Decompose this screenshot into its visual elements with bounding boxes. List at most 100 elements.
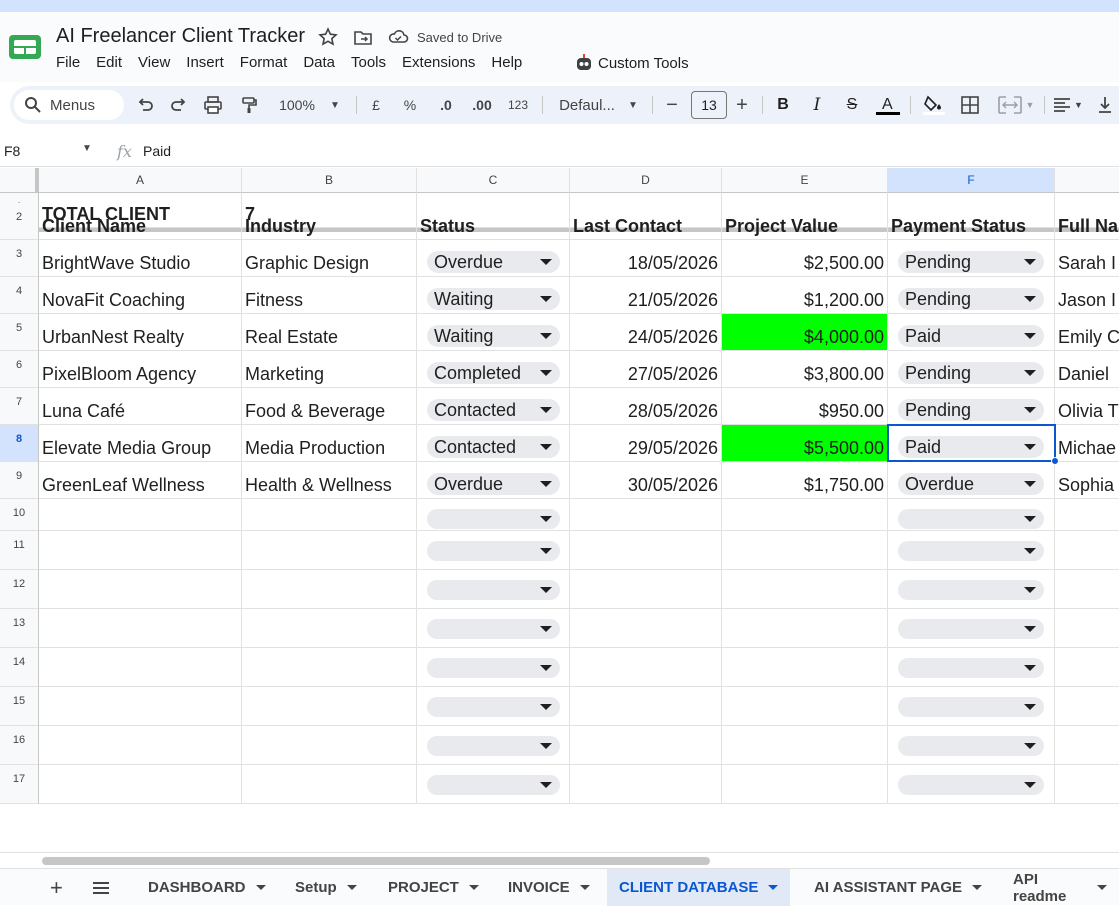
status-dropdown-chip[interactable] [427, 619, 560, 639]
all-sheets-menu-icon[interactable] [80, 869, 122, 906]
header-cell[interactable]: Project Value [722, 203, 888, 240]
payment-status-dropdown-chip[interactable]: Paid [898, 325, 1044, 347]
increase-decimal-button[interactable]: .00 [468, 86, 496, 124]
menu-insert[interactable]: Insert [186, 54, 224, 76]
grid-cell[interactable] [242, 570, 417, 609]
sheet-tab[interactable]: AI ASSISTANT PAGE [802, 869, 994, 906]
payment-status-dropdown-chip[interactable] [898, 697, 1044, 717]
table-cell[interactable]: $1,200.00 [722, 277, 888, 314]
grid-cell[interactable] [722, 570, 888, 609]
print-icon[interactable] [200, 86, 226, 124]
grid-cell[interactable] [1055, 726, 1119, 765]
grid-cell[interactable] [242, 499, 417, 531]
chevron-down-icon[interactable] [255, 885, 266, 890]
add-sheet-icon[interactable]: + [38, 869, 75, 906]
grid-cell[interactable] [1055, 648, 1119, 687]
table-cell[interactable]: Graphic Design [242, 240, 417, 277]
select-all-corner[interactable] [0, 168, 39, 193]
grid-cell[interactable] [242, 687, 417, 726]
scrollbar-thumb[interactable] [42, 857, 710, 865]
zoom-chevron-down-icon[interactable]: ▼ [328, 86, 342, 124]
sheet-tab[interactable]: PROJECT [376, 869, 491, 906]
row-header[interactable]: 15 [0, 687, 39, 726]
chevron-down-icon[interactable] [579, 885, 590, 890]
merge-cells-icon[interactable]: ▼ [994, 86, 1038, 124]
table-cell[interactable]: Michae [1055, 425, 1119, 462]
status-dropdown-chip[interactable]: Waiting [427, 288, 560, 310]
grid-cell[interactable] [570, 726, 722, 765]
grid-cell[interactable] [570, 648, 722, 687]
star-icon[interactable] [317, 26, 339, 48]
table-cell[interactable]: Fitness [242, 277, 417, 314]
row-header[interactable]: 13 [0, 609, 39, 648]
table-cell[interactable]: Sarah I [1055, 240, 1119, 277]
formula-input[interactable]: Paid [143, 143, 171, 159]
grid-cell[interactable] [1055, 499, 1119, 531]
table-cell[interactable]: GreenLeaf Wellness [39, 462, 242, 499]
table-cell[interactable]: $1,750.00 [722, 462, 888, 499]
table-cell[interactable]: Marketing [242, 351, 417, 388]
table-cell[interactable]: 30/05/2026 [570, 462, 722, 499]
status-dropdown-chip[interactable]: Contacted [427, 436, 560, 458]
fill-handle[interactable] [1051, 457, 1059, 465]
menu-help[interactable]: Help [491, 54, 522, 76]
strikethrough-icon[interactable]: S [840, 86, 864, 124]
status-dropdown-chip[interactable] [427, 697, 560, 717]
cloud-saved-icon[interactable] [387, 26, 409, 48]
undo-icon[interactable] [132, 86, 158, 124]
status-dropdown-chip[interactable] [427, 736, 560, 756]
font-family-select[interactable]: Defaul... [554, 86, 620, 124]
horizontal-align-icon[interactable]: ▼ [1050, 86, 1086, 124]
payment-status-dropdown-chip[interactable]: Pending [898, 288, 1044, 310]
grid-cell[interactable] [39, 609, 242, 648]
column-header-d[interactable]: D [570, 168, 722, 193]
payment-status-dropdown-chip[interactable]: Pending [898, 399, 1044, 421]
table-cell[interactable]: Health & Wellness [242, 462, 417, 499]
grid-cell[interactable] [570, 499, 722, 531]
status-dropdown-chip[interactable] [427, 541, 560, 561]
grid-cell[interactable] [722, 726, 888, 765]
zoom-select[interactable]: 100% [274, 86, 320, 124]
table-cell[interactable]: Sophia [1055, 462, 1119, 499]
font-size-input[interactable]: 13 [691, 91, 727, 119]
column-header-f[interactable]: F [888, 168, 1055, 193]
custom-tools-menu[interactable]: Custom Tools [574, 53, 689, 73]
italic-icon[interactable]: I [806, 86, 828, 124]
table-cell[interactable]: Elevate Media Group [39, 425, 242, 462]
grid-cell[interactable] [722, 531, 888, 570]
chevron-down-icon[interactable] [768, 885, 779, 890]
header-cell[interactable]: Status [417, 203, 570, 240]
table-cell[interactable]: PixelBloom Agency [39, 351, 242, 388]
table-cell[interactable]: Daniel [1055, 351, 1119, 388]
table-cell[interactable]: $3,800.00 [722, 351, 888, 388]
name-box[interactable]: F8 [4, 143, 20, 159]
table-cell[interactable]: BrightWave Studio [39, 240, 242, 277]
borders-icon[interactable] [958, 86, 982, 124]
chevron-down-icon[interactable] [1097, 885, 1107, 890]
payment-status-dropdown-chip[interactable] [898, 775, 1044, 795]
name-box-chevron-down-icon[interactable]: ▼ [82, 143, 92, 154]
grid-cell[interactable] [1055, 609, 1119, 648]
header-cell[interactable]: Full Na [1055, 203, 1119, 240]
grid-cell[interactable] [242, 609, 417, 648]
column-header-c[interactable]: C [417, 168, 570, 193]
status-dropdown-chip[interactable] [427, 509, 560, 529]
status-dropdown-chip[interactable]: Overdue [427, 251, 560, 273]
row-header[interactable]: 3 [0, 240, 39, 277]
grid-cell[interactable] [39, 726, 242, 765]
column-header-b[interactable]: B [242, 168, 417, 193]
menu-edit[interactable]: Edit [96, 54, 122, 76]
chevron-down-icon[interactable] [346, 885, 357, 890]
grid-cell[interactable] [1055, 765, 1119, 804]
grid-cell[interactable] [242, 531, 417, 570]
sheet-tab[interactable]: CLIENT DATABASE [607, 869, 791, 906]
row-header[interactable]: 10 [0, 499, 39, 531]
grid-cell[interactable] [39, 687, 242, 726]
column-header-g[interactable] [1055, 168, 1119, 193]
header-cell[interactable]: Industry [242, 203, 417, 240]
menu-view[interactable]: View [138, 54, 170, 76]
payment-status-dropdown-chip[interactable] [898, 658, 1044, 678]
table-cell[interactable]: 29/05/2026 [570, 425, 722, 462]
grid-cell[interactable] [570, 531, 722, 570]
row-header[interactable]: 6 [0, 351, 39, 388]
